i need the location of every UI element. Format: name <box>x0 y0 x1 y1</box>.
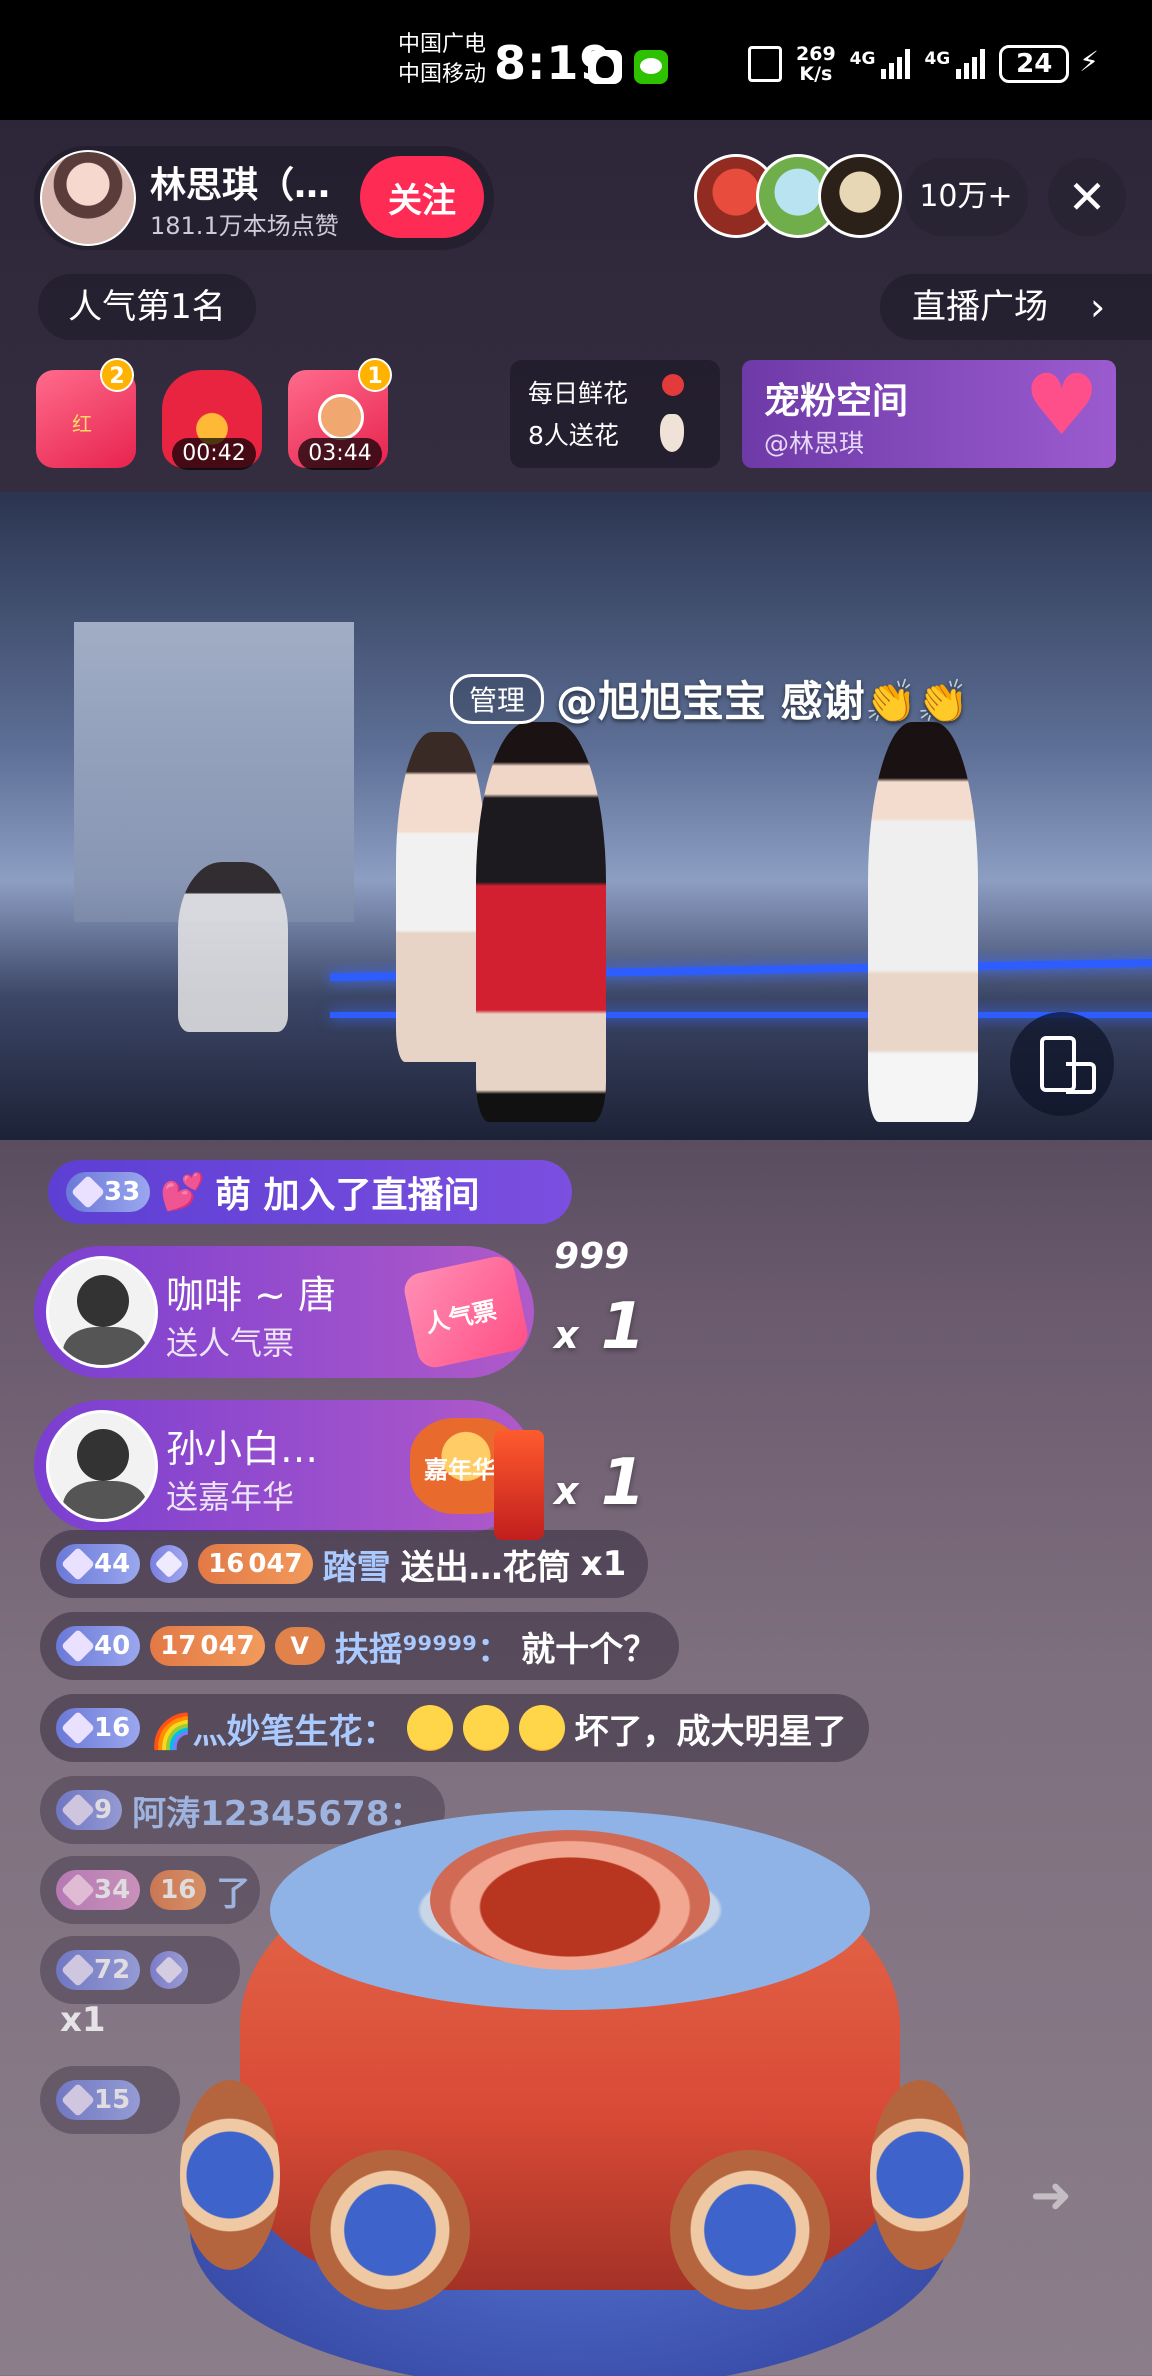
firework-gift-icon <box>494 1430 544 1540</box>
chat-username[interactable]: 踏雪 <box>323 1540 391 1589</box>
red-packet-count-badge-1: 2 <box>100 358 134 392</box>
speaker-icon <box>670 2150 830 2310</box>
network-type-1: 4G <box>849 49 876 69</box>
dancer <box>868 722 978 1122</box>
combo-multiplier-1: x 1 <box>554 1290 646 1364</box>
viewer-count-button[interactable]: 10万+ <box>904 158 1028 236</box>
laughing-emoji-icon <box>462 1705 509 1751</box>
user-level-badge: 40 <box>56 1626 141 1666</box>
qq-notification-icon <box>588 50 622 84</box>
user-level-badge: 15 <box>56 2080 141 2120</box>
carrier-1: 中国广电 <box>398 32 487 57</box>
daily-flower-count: 8人送花 <box>528 421 619 450</box>
top-viewer-avatar-3[interactable] <box>818 154 902 238</box>
status-icons: 269 K/s 4G 4G 24 <box>748 44 1099 84</box>
signal-icon-2: 4G <box>924 49 986 79</box>
gift-sender-name: 孙小白… <box>166 1427 319 1471</box>
host-likes: 181.1万本场点赞 <box>150 212 339 240</box>
speaker-icon <box>310 2150 470 2310</box>
net-speed-value: 269 <box>796 43 836 65</box>
charging-icon <box>1079 45 1099 79</box>
diamond-badge-icon <box>150 1545 189 1583</box>
network-type-2: 4G <box>924 49 951 69</box>
chat-message[interactable]: 16 🌈灬妙笔生花： 坏了，成大明星了 <box>40 1694 869 1762</box>
fan-club-badge: 16 047 <box>198 1544 313 1584</box>
follow-button[interactable]: 关注 <box>360 156 484 238</box>
close-icon[interactable]: ✕ <box>1048 158 1126 236</box>
chat-message[interactable]: 44 16 047 踏雪 送出…花筒 x1 <box>40 1530 649 1598</box>
fan-space-title: 宠粉空间 <box>764 381 909 422</box>
battery-icon: 24 <box>999 45 1070 83</box>
user-level-badge: 34 <box>56 1870 141 1910</box>
chat-message[interactable]: 40 17 047 V 扶摇⁹⁹⁹⁹⁹： 就十个？ <box>40 1612 680 1680</box>
popularity-rank-badge[interactable]: 人气第1名 <box>38 274 256 340</box>
status-bar: 中国广电 中国移动 8:19 269 K/s 4G 4G 24 <box>0 0 1152 120</box>
gift-animation-hole <box>430 1830 710 1970</box>
heart-icon: 💕 <box>160 1172 206 1213</box>
vibrate-icon <box>748 46 782 82</box>
gift-animation-overlay <box>160 1770 980 2376</box>
popularity-ticket-gift-icon: 人气票 <box>401 1253 531 1371</box>
carrier-2: 中国移动 <box>398 62 487 87</box>
laughing-emoji-icon <box>518 1705 565 1751</box>
fan-space-handle: @林思琪 <box>764 429 865 458</box>
live-plaza-button[interactable]: 直播广场 › <box>880 274 1152 340</box>
combo-count-top: 999 <box>554 1236 630 1277</box>
net-speed-unit: K/s <box>799 63 833 85</box>
combo-multiplier-2: x 1 <box>554 1446 646 1520</box>
gift-sender-name: 咖啡 ~ 唐 <box>166 1273 336 1317</box>
host-avatar[interactable] <box>40 150 136 246</box>
share-icon[interactable]: ➜ <box>1030 2166 1072 2224</box>
user-level-badge: 9 <box>56 1790 123 1830</box>
user-level-badge: 44 <box>56 1544 141 1584</box>
fan-club-badge: 17 047 <box>150 1626 265 1666</box>
signal-icon-1: 4G <box>850 49 911 79</box>
gift-count: x1 <box>580 1544 627 1584</box>
avatar[interactable] <box>46 1256 158 1368</box>
live-video[interactable] <box>0 492 1152 1140</box>
carrier-labels: 中国广电 中国移动 <box>398 30 486 90</box>
rotate-screen-icon[interactable] <box>1010 1012 1114 1116</box>
manager-tag: 管理 <box>450 673 545 724</box>
gift-count: x1 <box>60 2000 106 2040</box>
dancer <box>396 732 486 1062</box>
heart-icon <box>1024 356 1100 454</box>
flower-vase-icon <box>652 374 692 454</box>
user-level-badge: 33 <box>66 1172 151 1212</box>
laughing-emoji-icon <box>406 1705 453 1751</box>
red-packet-timer: 03:44 <box>298 438 382 470</box>
dancer <box>178 862 288 1032</box>
chat-text: 送出…花筒 <box>400 1547 571 1588</box>
join-notification: 33 💕 萌 加入了直播间 <box>48 1160 572 1224</box>
live-plaza-label: 直播广场 <box>912 287 1048 327</box>
lucky-bag-timer: 00:42 <box>172 438 256 470</box>
daily-flower-widget[interactable]: 每日鲜花 8人送花 <box>510 360 720 468</box>
speaker-icon <box>180 2080 280 2270</box>
chat-text: 就十个？ <box>521 1629 658 1670</box>
gift-banner-1[interactable]: 咖啡 ~ 唐 送人气票 人气票 <box>34 1246 534 1378</box>
verified-v-icon: V <box>274 1627 325 1665</box>
fan-space-banner[interactable]: 宠粉空间 @林思琪 <box>742 356 1116 468</box>
chevron-right-icon: › <box>1090 285 1106 329</box>
gift-action: 送人气票 <box>166 1324 295 1362</box>
user-level-badge: 16 <box>56 1708 141 1748</box>
chat-text: 坏了，成大明星了 <box>574 1711 847 1752</box>
speaker-icon <box>870 2080 970 2270</box>
manager-message: 管理 @旭旭宝宝 感谢👏👏 <box>450 668 969 729</box>
dancer <box>476 722 606 1122</box>
user-level-badge: 72 <box>56 1950 141 1990</box>
red-packet-count-badge-2: 1 <box>358 358 392 392</box>
daily-flower-title: 每日鲜花 <box>528 379 629 408</box>
chat-username[interactable]: 🌈灬妙笔生花： <box>150 1704 396 1753</box>
chat-message[interactable]: 15 <box>40 2066 180 2134</box>
gift-banner-2[interactable]: 孙小白… 送嘉年华 嘉年华 <box>34 1400 534 1532</box>
chat-username[interactable]: 扶摇⁹⁹⁹⁹⁹： <box>335 1622 511 1671</box>
gift-action: 送嘉年华 <box>166 1478 295 1516</box>
join-text: 萌 加入了直播间 <box>215 1175 480 1216</box>
manager-message-text: @旭旭宝宝 感谢👏👏 <box>556 677 970 726</box>
net-speed: 269 K/s <box>796 44 836 84</box>
host-name[interactable]: 林思琪（… <box>150 156 330 208</box>
wechat-notification-icon <box>634 50 668 84</box>
avatar[interactable] <box>46 1410 158 1522</box>
